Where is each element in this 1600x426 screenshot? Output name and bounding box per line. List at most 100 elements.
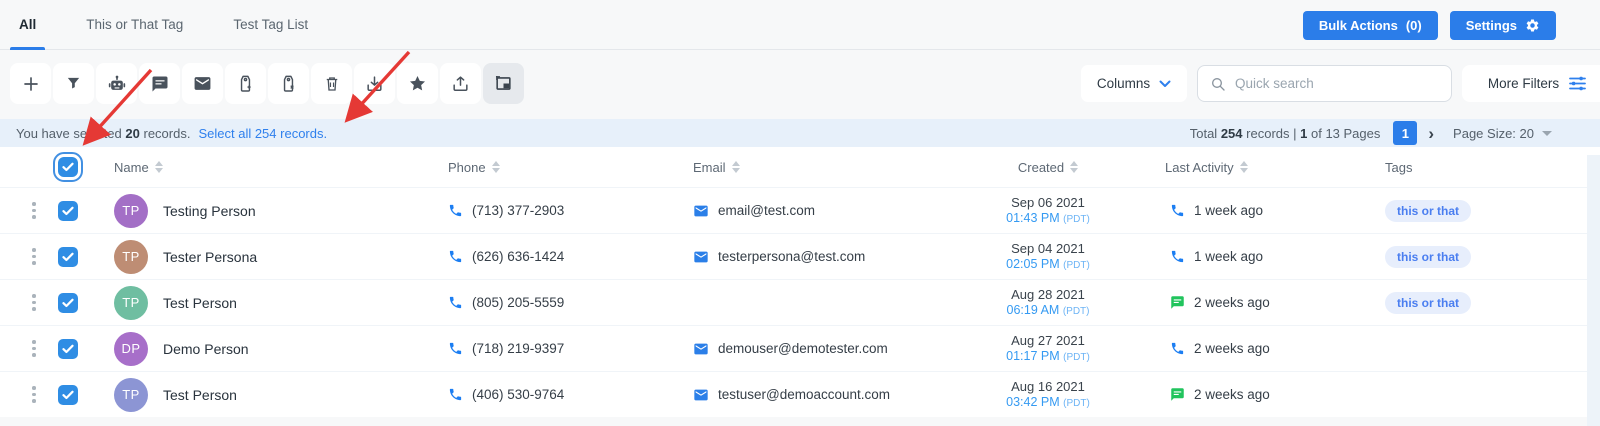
merge-button[interactable] (483, 63, 524, 104)
total-records-text: Total 254 records | 1 of 13 Pages (1190, 126, 1381, 141)
select-all-checkbox[interactable] (58, 157, 78, 177)
created-cell: Sep 06 2021 01:43 PM (PDT) (983, 195, 1113, 227)
row-checkbox[interactable] (58, 385, 78, 405)
created-cell: Aug 16 2021 03:42 PM (PDT) (983, 379, 1113, 411)
email-cell[interactable]: email@test.com (693, 203, 983, 219)
column-header-phone[interactable]: Phone (448, 160, 486, 175)
row-checkbox[interactable] (58, 247, 78, 267)
row-checkbox[interactable] (58, 339, 78, 359)
row-menu-kebab-icon[interactable] (28, 244, 40, 269)
sort-icon-created[interactable] (1070, 161, 1078, 173)
contact-name[interactable]: Tester Persona (163, 249, 257, 265)
sort-icon-email[interactable] (732, 161, 740, 173)
filter-button[interactable] (53, 63, 94, 104)
sort-icon-last-activity[interactable] (1240, 161, 1248, 173)
created-cell: Aug 27 2021 01:17 PM (PDT) (983, 333, 1113, 365)
chat-bubble-icon (151, 75, 169, 93)
search-icon (1210, 76, 1226, 92)
phone-cell[interactable]: (718) 219-9397 (443, 341, 693, 356)
trash-icon (323, 75, 341, 93)
avatar: TP (114, 286, 148, 320)
bulk-actions-button[interactable]: Bulk Actions (0) (1303, 11, 1438, 40)
table-row: DP Demo Person (718) 219-9397 demouser@d… (0, 325, 1600, 371)
column-header-name[interactable]: Name (114, 160, 149, 175)
page-size-dropdown[interactable]: Page Size: 20 (1453, 126, 1552, 141)
page-1-button[interactable]: 1 (1393, 121, 1417, 145)
column-header-email[interactable]: Email (693, 160, 726, 175)
phone-icon (448, 387, 463, 402)
tag-pill[interactable]: this or that (1385, 200, 1471, 222)
more-filters-button[interactable]: More Filters (1462, 65, 1600, 102)
tags-cell (1343, 336, 1523, 361)
next-page-chevron[interactable]: › (1426, 125, 1436, 142)
sort-icon-phone[interactable] (492, 161, 500, 173)
quick-search-input[interactable] (1235, 76, 1415, 91)
tab-all[interactable]: All (16, 0, 39, 50)
row-menu-kebab-icon[interactable] (28, 382, 40, 407)
phone-activity-icon (1170, 249, 1185, 264)
remove-tag-button[interactable] (268, 63, 309, 104)
plus-icon (22, 75, 40, 93)
tab-this-or-that-tag[interactable]: This or That Tag (83, 0, 186, 50)
row-menu-kebab-icon[interactable] (28, 198, 40, 223)
table-row: TP Testing Person (713) 377-2903 email@t… (0, 187, 1600, 233)
email-cell[interactable]: testuser@demoaccount.com (693, 387, 983, 403)
contact-name[interactable]: Test Person (163, 387, 237, 403)
add-tag-button[interactable] (225, 63, 266, 104)
row-menu-kebab-icon[interactable] (28, 290, 40, 315)
column-header-last-activity[interactable]: Last Activity (1165, 160, 1234, 175)
favorite-button[interactable] (397, 63, 438, 104)
phone-cell[interactable]: (406) 530-9764 (443, 387, 693, 402)
table-row: TP Test Person (406) 530-9764 testuser@d… (0, 371, 1600, 417)
phone-cell[interactable]: (713) 377-2903 (443, 203, 693, 218)
columns-dropdown[interactable]: Columns (1081, 65, 1187, 102)
last-activity-cell: 2 weeks ago (1113, 341, 1343, 356)
phone-icon (448, 203, 463, 218)
page-size-label: Page Size: 20 (1453, 126, 1534, 141)
tab-test-tag-list[interactable]: Test Tag List (230, 0, 311, 50)
tag-pill[interactable]: this or that (1385, 292, 1471, 314)
row-checkbox[interactable] (58, 201, 78, 221)
settings-button[interactable]: Settings (1450, 11, 1556, 40)
contact-name[interactable]: Demo Person (163, 341, 249, 357)
delete-button[interactable] (311, 63, 352, 104)
tags-cell: this or that (1343, 292, 1523, 314)
scrollbar-track[interactable] (1587, 155, 1600, 426)
add-record-button[interactable] (10, 63, 51, 104)
email-cell[interactable]: demouser@demotester.com (693, 341, 983, 357)
email-button[interactable] (182, 63, 223, 104)
more-filters-label: More Filters (1488, 76, 1559, 91)
tags-cell: this or that (1343, 246, 1523, 268)
sms-button[interactable] (139, 63, 180, 104)
selected-text: You have selected 20 records. (16, 126, 190, 141)
export-button[interactable] (440, 63, 481, 104)
phone-icon (448, 249, 463, 264)
sort-icon-name[interactable] (155, 161, 163, 173)
contact-name[interactable]: Test Person (163, 295, 237, 311)
download-icon (365, 74, 384, 93)
envelope-icon (693, 387, 709, 403)
select-all-link[interactable]: Select all 254 records. (198, 126, 327, 141)
envelope-icon (693, 203, 709, 219)
contact-name[interactable]: Testing Person (163, 203, 256, 219)
avatar: TP (114, 194, 148, 228)
selection-banner: You have selected 20 records. Select all… (0, 119, 1600, 147)
row-menu-kebab-icon[interactable] (28, 336, 40, 361)
bulk-actions-count: (0) (1406, 18, 1422, 33)
chat-activity-icon (1170, 295, 1185, 310)
phone-activity-icon (1170, 203, 1185, 218)
caret-down-icon (1542, 131, 1552, 136)
row-checkbox[interactable] (58, 293, 78, 313)
automation-button[interactable] (96, 63, 137, 104)
records-table: Name Phone Email Created Last Activity T… (0, 147, 1600, 417)
tag-remove-icon (279, 74, 298, 93)
column-header-created[interactable]: Created (1018, 160, 1064, 175)
tag-pill[interactable]: this or that (1385, 246, 1471, 268)
column-header-tags: Tags (1385, 160, 1412, 175)
email-cell[interactable]: testerpersona@test.com (693, 249, 983, 265)
phone-cell[interactable]: (805) 205-5559 (443, 295, 693, 310)
import-button[interactable] (354, 63, 395, 104)
phone-cell[interactable]: (626) 636-1424 (443, 249, 693, 264)
actions-toolbar: Columns More Filters (0, 63, 1600, 104)
phone-icon (448, 295, 463, 310)
